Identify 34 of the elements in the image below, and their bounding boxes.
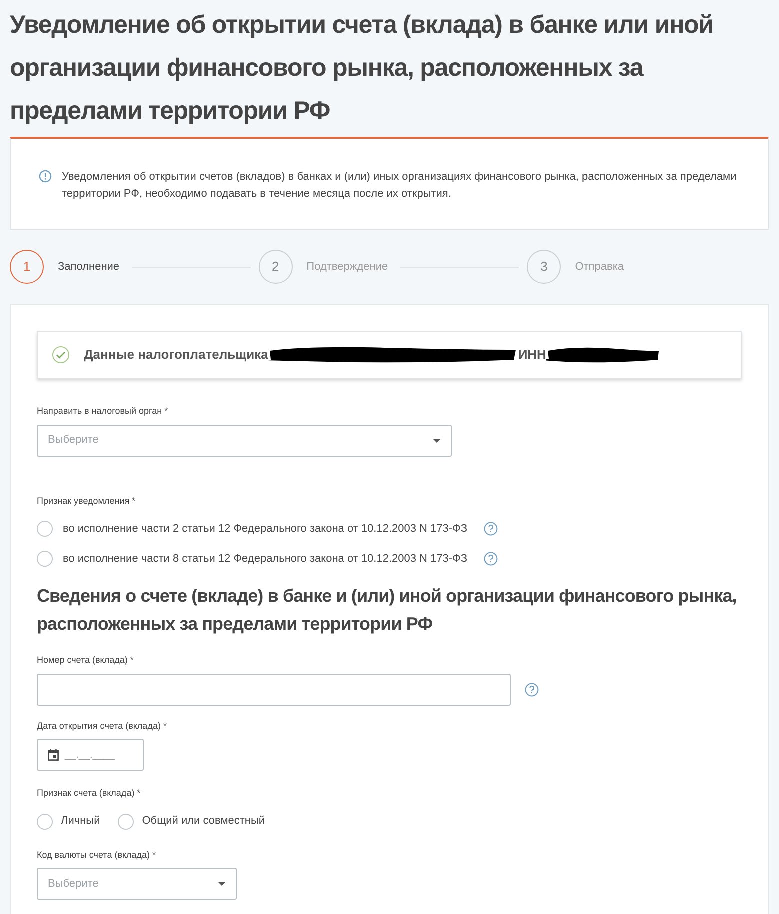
taxpayer-label: Данные налогоплательщика [84, 346, 268, 364]
radio-button[interactable] [37, 521, 53, 537]
field-label: Признак уведомления * [37, 494, 137, 508]
inn-label: ИНН [518, 346, 546, 364]
date-field[interactable]: __.__.____ [37, 739, 144, 771]
option-label[interactable]: во исполнение части 2 статьи 12 Федерального закона от 10.12.2003 N 173-ФЗ [63, 520, 468, 538]
field-label: Код валюты счета (вклада) * [37, 848, 158, 862]
section-title: Сведения о счете (вкладе) в банке и (или) иной организации финансового рынка, расположенных за пределами территории РФ [37, 585, 738, 636]
step-label[interactable]: Подтверждение [306, 258, 388, 276]
input-field[interactable] [37, 674, 511, 706]
step-label[interactable]: Заполнение [58, 258, 120, 276]
check-icon [52, 346, 70, 364]
radio-button[interactable] [118, 814, 134, 830]
radio-button[interactable] [37, 551, 53, 567]
field-label: Направить в налоговый орган * [37, 405, 170, 418]
option-label[interactable]: Личный [61, 813, 100, 830]
step-label[interactable]: Отправка [575, 258, 624, 276]
select-field[interactable]: Выберите [37, 424, 452, 456]
caret-icon [218, 882, 226, 886]
help-icon[interactable] [484, 552, 498, 566]
info-icon [39, 170, 52, 183]
field-label: Номер счета (вклада) * [37, 654, 135, 667]
caret-icon [433, 438, 441, 442]
calendar-icon [48, 749, 59, 761]
radio-button[interactable] [37, 814, 53, 830]
field-label: Признак счета (вклада) * [37, 787, 142, 800]
option-label[interactable]: во исполнение части 8 статьи 12 Федерального закона от 10.12.2003 N 173-ФЗ [63, 550, 468, 568]
page-title: Уведомление об открытии счета (вклада) в банке или иной организации финансового рынка, расположенных за пределами территории РФ [9, 10, 714, 127]
option-label[interactable]: Общий или совместный [142, 813, 266, 830]
field-label: Дата открытия счета (вклада) * [37, 720, 168, 733]
help-icon[interactable] [484, 522, 498, 536]
select-field[interactable]: Выберите [37, 868, 237, 900]
help-icon[interactable] [525, 682, 539, 696]
notice-text: Уведомления об открытии счетов (вкладов) в банках и (или) иных организациях финансового рынка, расположенных за пределами территории РФ, необходимо подавать в течение месяца после их открытия. [62, 170, 738, 202]
